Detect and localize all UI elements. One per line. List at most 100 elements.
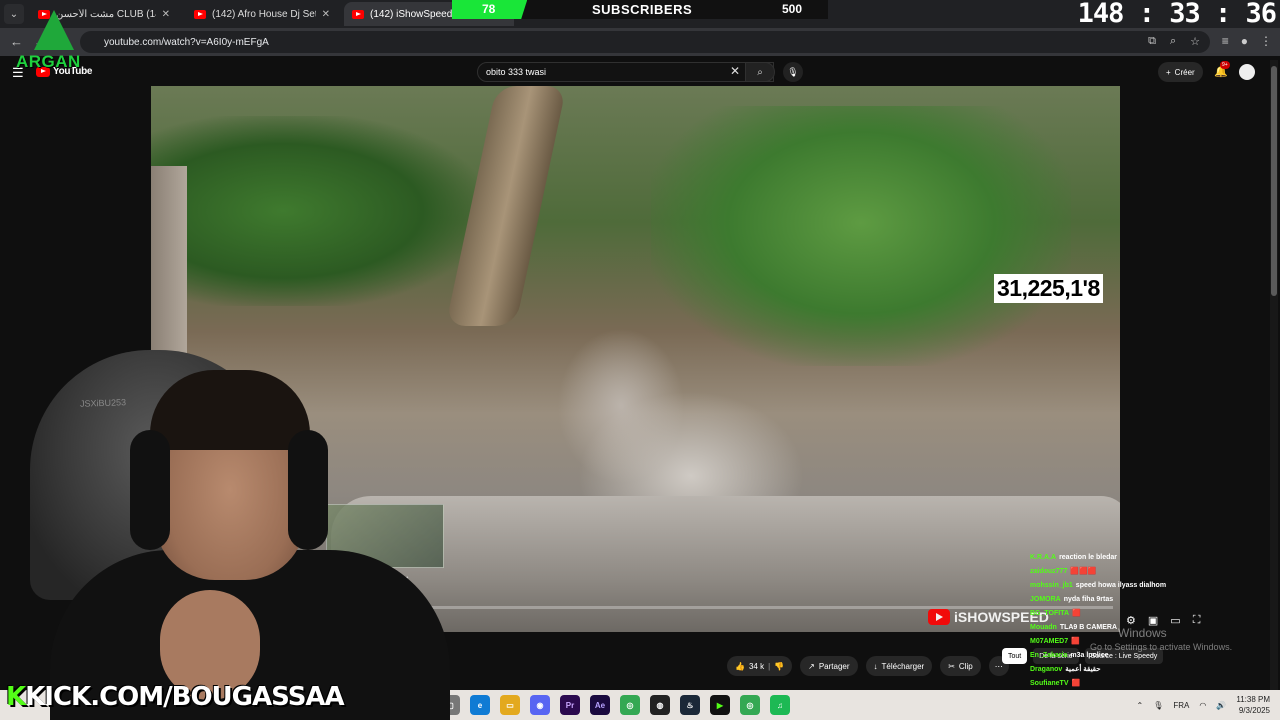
headphone-right: [288, 430, 328, 550]
profile-icon[interactable]: ●: [1241, 34, 1248, 48]
subscriber-label: SUBSCRIBERS: [592, 2, 693, 17]
chat-message: Draganov حقيقة أعمية: [1030, 662, 1250, 676]
obs-icon[interactable]: ◍: [650, 695, 670, 715]
subscriber-current: 78: [482, 2, 496, 16]
chat-message: Mouadn TLA9 B CAMERA: [1030, 620, 1250, 634]
video-foliage: [651, 106, 1071, 366]
chat-text: حقيقة أعمية: [1065, 666, 1101, 673]
chat-message: BG_TOFITA 🟥: [1030, 606, 1250, 620]
wifi-icon[interactable]: ◠: [1199, 701, 1206, 710]
chat-message: SoufianeTV 🟥: [1030, 676, 1250, 690]
address-bar[interactable]: youtube.com/watch?v=A6I0y-mEFgA: [80, 31, 1210, 53]
microphone-icon: 🎙: [787, 66, 799, 77]
chat-username: mohssin_jb1: [1030, 581, 1073, 589]
chevron-up-icon[interactable]: ⌃: [1137, 701, 1144, 710]
kick-url-text: KKICK.COM/BOUGASSAA: [6, 682, 345, 712]
chat-text: 🟥🟥🟥: [1070, 568, 1097, 575]
chat-text: speed howa ilyass dialhom: [1075, 581, 1167, 589]
volume-icon[interactable]: 🔊: [1216, 701, 1226, 710]
chrome-icon[interactable]: ◎: [620, 695, 640, 715]
chat-username: JOMORA: [1030, 595, 1061, 603]
download-icon: ↓: [873, 661, 878, 671]
webcam-overlay: JSXiBU253: [0, 350, 470, 720]
chat-username: Mouadn: [1030, 623, 1057, 631]
video-actions: 👍 34 k | 👎 ↗ Partager ↓ Télécharger ✂ Cl…: [727, 656, 1009, 676]
bookmark-star-icon[interactable]: ☆: [1190, 35, 1200, 48]
kick-url-rest: KICK.COM/BOUGASSAA: [25, 682, 345, 712]
clip-label: Clip: [958, 661, 973, 671]
discord-icon[interactable]: ◉: [530, 695, 550, 715]
search-button[interactable]: ⌕: [745, 62, 775, 82]
edge-icon[interactable]: e: [470, 695, 490, 715]
argan-tree-icon: [34, 10, 74, 50]
chat-text: 🟥: [1072, 610, 1081, 617]
premiere-pro-icon[interactable]: Pr: [560, 695, 580, 715]
search-value: obito 333 twasi: [486, 67, 547, 77]
close-icon[interactable]: ✕: [322, 9, 330, 20]
chat-username: SoufianeTV: [1030, 679, 1069, 687]
share-label: Partager: [818, 661, 850, 671]
chat-text: m3a lpolice: [1070, 651, 1109, 659]
stream-chat-overlay: K.R.A.A reaction le bledar zaidouz777 🟥🟥🟥 mo…: [1030, 550, 1250, 690]
chat-username: Draganov: [1030, 665, 1063, 673]
terminal-icon[interactable]: ▶: [710, 695, 730, 715]
browser-menu-icon[interactable]: ⋮: [1260, 34, 1272, 48]
taskbar-clock[interactable]: 11:38 PM 9/3/2025: [1236, 694, 1270, 716]
chat-text: 🟥: [1071, 680, 1081, 687]
steam-icon[interactable]: ♨: [680, 695, 700, 715]
tab-title: (142) Afro House Dj Set at Afro: [212, 8, 316, 20]
reading-list-icon[interactable]: ≡: [1222, 34, 1229, 48]
youtube-favicon-icon: [194, 9, 206, 19]
youtube-header: ☰ YouTube obito 333 twasi ✕ ⌕ 🎙 + Créer …: [0, 56, 1280, 86]
chat-username: BG_TOFITA: [1030, 609, 1070, 617]
zoom-icon[interactable]: ⌕: [1170, 35, 1176, 48]
language-indicator[interactable]: FRA: [1173, 701, 1189, 710]
thumbs-down-icon[interactable]: 👎: [774, 662, 784, 671]
notifications-button[interactable]: 🔔 9+: [1214, 61, 1230, 78]
share-button[interactable]: ↗ Partager: [800, 656, 858, 676]
browser-toolbar: ← → ↻ youtube.com/watch?v=A6I0y-mEFgA ⧉ …: [0, 28, 1280, 56]
youtube-favicon-icon: [352, 9, 364, 19]
chat-message: M07AMED7 🟥: [1030, 634, 1250, 648]
spotify-icon[interactable]: ♫: [770, 695, 790, 715]
chat-username: En_Zakaria: [1030, 651, 1068, 659]
voice-search-button[interactable]: 🎙: [783, 62, 803, 82]
chair-brand-text: JSXiBU253: [79, 397, 127, 409]
plus-icon: +: [1166, 67, 1171, 77]
headphone-left: [130, 430, 170, 550]
clock-time: 11:38 PM: [1236, 695, 1270, 704]
page-scrollbar[interactable]: [1270, 60, 1278, 690]
after-effects-icon[interactable]: Ae: [590, 695, 610, 715]
like-count: 34 k: [748, 661, 765, 671]
download-button[interactable]: ↓ Télécharger: [865, 656, 933, 676]
file-explorer-icon[interactable]: ▭: [500, 695, 520, 715]
scrollbar-thumb[interactable]: [1271, 66, 1277, 296]
stream-uptime-timer: 148 : 33 : 36: [1077, 0, 1277, 29]
microphone-icon[interactable]: 🎙: [1153, 701, 1163, 710]
argan-logo-text: ARGAN: [16, 52, 81, 71]
chat-message: zaidouz777 🟥🟥🟥: [1030, 564, 1250, 578]
create-label: Créer: [1174, 67, 1195, 77]
chat-message: En_Zakaria m3a lpolice: [1030, 648, 1250, 662]
cast-icon[interactable]: ⧉: [1148, 35, 1156, 48]
subscriber-goal-bar: 78 SUBSCRIBERS 500: [452, 0, 828, 19]
chrome-icon[interactable]: ◎: [740, 695, 760, 715]
clip-button[interactable]: ✂ Clip: [940, 656, 981, 676]
chat-message: K.R.A.A reaction le bledar: [1030, 550, 1250, 564]
like-button[interactable]: 👍 34 k | 👎: [727, 656, 793, 676]
kick-k-letter: K: [6, 682, 26, 712]
browser-right-icons: ≡ ● ⋮: [1222, 34, 1272, 48]
subscriber-goal: 500: [781, 2, 802, 16]
browser-tab-2[interactable]: (142) Afro House Dj Set at Afro ✕: [186, 2, 338, 26]
create-button[interactable]: + Créer: [1158, 62, 1203, 82]
account-avatar[interactable]: [1239, 64, 1255, 80]
divider: |: [768, 661, 771, 671]
chat-text: 🟥: [1071, 638, 1080, 645]
scissors-icon: ✂: [948, 661, 955, 671]
search-icon: ⌕: [757, 66, 763, 78]
chip-all[interactable]: Tout: [1002, 648, 1028, 664]
close-icon[interactable]: ✕: [162, 9, 170, 20]
omnibox-icons: ⧉ ⌕ ☆: [1148, 35, 1200, 48]
clear-search-icon[interactable]: ✕: [730, 64, 740, 78]
chat-text: reaction le bledar: [1059, 553, 1118, 561]
